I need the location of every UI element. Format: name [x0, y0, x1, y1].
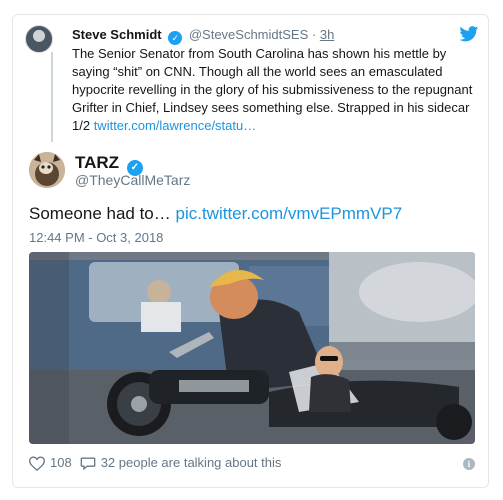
parent-author-handle[interactable]: @SteveSchmidtSES [189, 27, 308, 42]
parent-time-ago[interactable]: 3h [320, 27, 334, 42]
main-tweet-body: Someone had to… [29, 204, 176, 223]
parent-tweet-text: The Senior Senator from South Carolina h… [72, 45, 474, 135]
parent-author-name[interactable]: Steve Schmidt [72, 27, 162, 42]
info-icon[interactable]: i [463, 458, 475, 470]
tarz-avatar[interactable] [29, 152, 65, 188]
parent-tweet-link[interactable]: twitter.com/lawrence/statu… [94, 118, 257, 133]
speech-bubble-icon [80, 457, 96, 470]
verified-badge-icon: ✓ [168, 31, 183, 45]
twitter-bird-icon[interactable] [459, 26, 479, 42]
main-author-name[interactable]: TARZ [75, 153, 119, 172]
steve-schmidt-avatar[interactable] [25, 25, 53, 53]
tweet-footer: 108 32 people are talking about this [29, 454, 289, 472]
tweet-timestamp[interactable]: 12:44 PM - Oct 3, 2018 [29, 230, 163, 246]
parent-tweet-header: Steve Schmidt ✓ @SteveSchmidtSES · 3h [72, 27, 334, 45]
main-tweet-media-link[interactable]: pic.twitter.com/vmvEPmmVP7 [175, 204, 402, 223]
talking-about-count: 32 people are talking about this [100, 455, 282, 470]
like-count: 108 [50, 455, 72, 470]
like-action[interactable]: 108 [29, 454, 72, 472]
thread-connector-line [51, 52, 53, 142]
heart-icon [29, 455, 45, 471]
conversation-action[interactable]: 32 people are talking about this [80, 454, 282, 472]
header-separator: · [311, 27, 317, 42]
main-author-handle[interactable]: @TheyCallMeTarz [75, 172, 190, 189]
tweet-media-image[interactable] [29, 252, 475, 444]
main-tweet-text: Someone had to… pic.twitter.com/vmvEPmmV… [29, 203, 402, 225]
